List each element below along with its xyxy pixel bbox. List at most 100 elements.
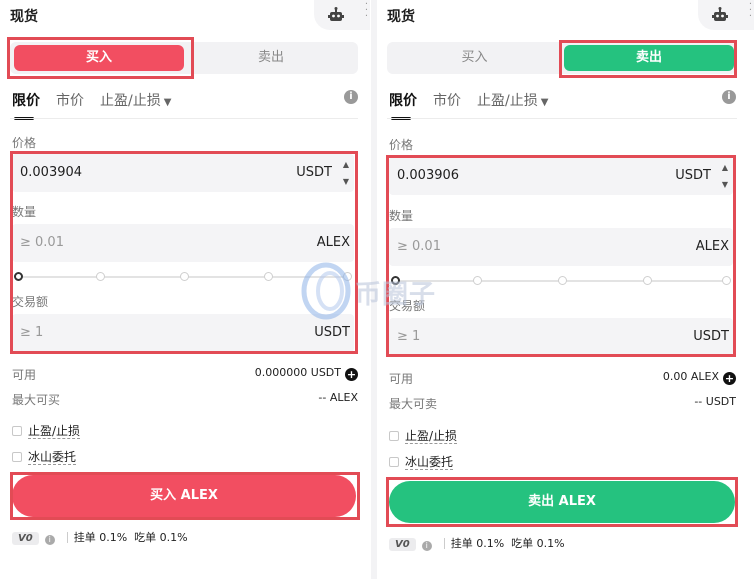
available-label: 可用 — [12, 368, 37, 382]
amount-label: 数量 — [389, 209, 414, 223]
fee-row: V0 i 挂单 0.1% 吃单 0.1% — [12, 529, 188, 545]
slider-handle[interactable] — [14, 272, 23, 281]
tab-limit[interactable]: 限价 — [12, 90, 40, 120]
tab-tpsl[interactable]: 止盈/止损 ▼ — [477, 90, 548, 110]
tpsl-checkbox-label: 止盈/止损 — [405, 429, 458, 444]
side-toggle: 买入 卖出 — [10, 42, 358, 74]
panel-title: 现货 — [387, 9, 415, 25]
tab-market[interactable]: 市价 — [433, 90, 461, 110]
available-value: 0.00 ALEX — [662, 370, 719, 383]
amount-placeholder: ≥ 0.01 — [20, 235, 64, 250]
price-value: 0.003904 — [20, 165, 83, 180]
separator — [66, 532, 68, 543]
robot-button[interactable]: · · · — [698, 0, 754, 30]
available-row: 0.00 ALEX + — [663, 370, 736, 385]
buy-tab[interactable]: 买入 — [387, 42, 562, 74]
buy-submit-button[interactable]: 买入 ALEX — [12, 475, 356, 517]
info-icon[interactable]: i — [722, 90, 736, 104]
slider-step-25[interactable] — [96, 272, 105, 281]
sell-tab[interactable]: 卖出 — [184, 42, 358, 74]
available-value: 0.000000 USDT — [254, 366, 341, 379]
price-label: 价格 — [12, 136, 37, 150]
watermark-logo-icon — [301, 262, 351, 320]
plus-circle-icon[interactable]: + — [723, 372, 736, 385]
available-row: 0.000000 USDT + — [255, 366, 358, 381]
sell-tab[interactable]: 卖出 — [564, 45, 734, 71]
maker-fee: 挂单 0.1% — [450, 537, 505, 550]
slider-step-25[interactable] — [473, 276, 482, 285]
total-placeholder: ≥ 1 — [20, 325, 44, 340]
iceberg-checkbox-label: 冰山委托 — [405, 455, 454, 470]
checkbox[interactable] — [12, 426, 22, 436]
fee-row: V0 i 挂单 0.1% 吃单 0.1% — [389, 535, 565, 551]
robot-icon — [328, 7, 344, 21]
amount-input[interactable]: ≥ 0.01 ALEX — [389, 228, 733, 266]
amount-placeholder: ≥ 0.01 — [397, 239, 441, 254]
info-icon[interactable]: i — [44, 535, 55, 545]
total-input[interactable]: ≥ 1 USDT — [389, 318, 733, 356]
max-sell-value: -- USDT — [694, 395, 736, 408]
price-label: 价格 — [389, 138, 414, 152]
available-label: 可用 — [389, 372, 414, 386]
total-unit: USDT — [693, 329, 729, 344]
plus-circle-icon[interactable]: + — [345, 368, 358, 381]
iceberg-checkbox-label: 冰山委托 — [28, 450, 77, 465]
info-icon[interactable]: i — [344, 90, 358, 104]
max-buy-value: -- ALEX — [318, 391, 358, 404]
tpsl-checkbox-label: 止盈/止损 — [28, 424, 81, 439]
total-label: 交易额 — [12, 295, 49, 309]
tpsl-checkbox[interactable]: 止盈/止损 — [389, 427, 458, 444]
iceberg-checkbox[interactable]: 冰山委托 — [389, 453, 454, 470]
robot-icon — [712, 7, 728, 21]
slider-step-50[interactable] — [180, 272, 189, 281]
separator — [443, 538, 445, 549]
total-placeholder: ≥ 1 — [397, 329, 421, 344]
maker-fee: 挂单 0.1% — [73, 531, 128, 544]
slider-step-75[interactable] — [264, 272, 273, 281]
tab-limit[interactable]: 限价 — [389, 90, 417, 120]
vip-badge: V0 — [12, 532, 39, 545]
panel-title: 现货 — [10, 9, 38, 25]
slider-step-100[interactable] — [722, 276, 731, 285]
tab-market[interactable]: 市价 — [56, 90, 84, 110]
taker-fee: 吃单 0.1% — [134, 531, 188, 544]
watermark: 币圈子 — [300, 262, 460, 320]
side-toggle: 买入 卖出 — [387, 42, 737, 74]
checkbox[interactable] — [389, 431, 399, 441]
price-stepper[interactable]: ▲ ▼ — [340, 156, 352, 190]
more-icon[interactable]: · · · — [365, 0, 368, 22]
watermark-text: 币圈子 — [355, 280, 437, 310]
tpsl-checkbox[interactable]: 止盈/止损 — [12, 422, 81, 439]
price-unit: USDT — [296, 165, 332, 180]
amount-input[interactable]: ≥ 0.01 ALEX — [12, 224, 354, 262]
tab-tpsl-label: 止盈/止损 — [100, 93, 161, 109]
price-value: 0.003906 — [397, 168, 460, 183]
amount-unit: ALEX — [695, 239, 729, 254]
total-unit: USDT — [314, 325, 350, 340]
vip-badge: V0 — [389, 538, 416, 551]
caret-down-icon: ▼ — [163, 97, 172, 108]
price-input[interactable]: 0.003906 USDT ▲ ▼ — [389, 157, 733, 195]
caret-down-icon: ▼ — [540, 97, 549, 108]
more-icon[interactable]: · · · — [749, 0, 752, 22]
amount-unit: ALEX — [316, 235, 350, 250]
price-stepper[interactable]: ▲ ▼ — [719, 159, 731, 193]
max-buy-label: 最大可买 — [12, 393, 61, 407]
tab-tpsl[interactable]: 止盈/止损 ▼ — [100, 90, 171, 110]
sell-submit-button[interactable]: 卖出 ALEX — [389, 481, 735, 523]
max-sell-label: 最大可卖 — [389, 397, 438, 411]
info-icon[interactable]: i — [421, 541, 432, 551]
amount-label: 数量 — [12, 205, 37, 219]
checkbox[interactable] — [12, 452, 22, 462]
iceberg-checkbox[interactable]: 冰山委托 — [12, 448, 77, 465]
buy-tab[interactable]: 买入 — [14, 45, 184, 71]
price-unit: USDT — [675, 168, 711, 183]
tab-divider — [387, 118, 737, 119]
robot-button[interactable]: · · · — [314, 0, 370, 30]
taker-fee: 吃单 0.1% — [511, 537, 565, 550]
slider-step-50[interactable] — [558, 276, 567, 285]
price-input[interactable]: 0.003904 USDT ▲ ▼ — [12, 154, 354, 192]
tab-divider — [10, 118, 358, 119]
checkbox[interactable] — [389, 457, 399, 467]
slider-step-75[interactable] — [643, 276, 652, 285]
